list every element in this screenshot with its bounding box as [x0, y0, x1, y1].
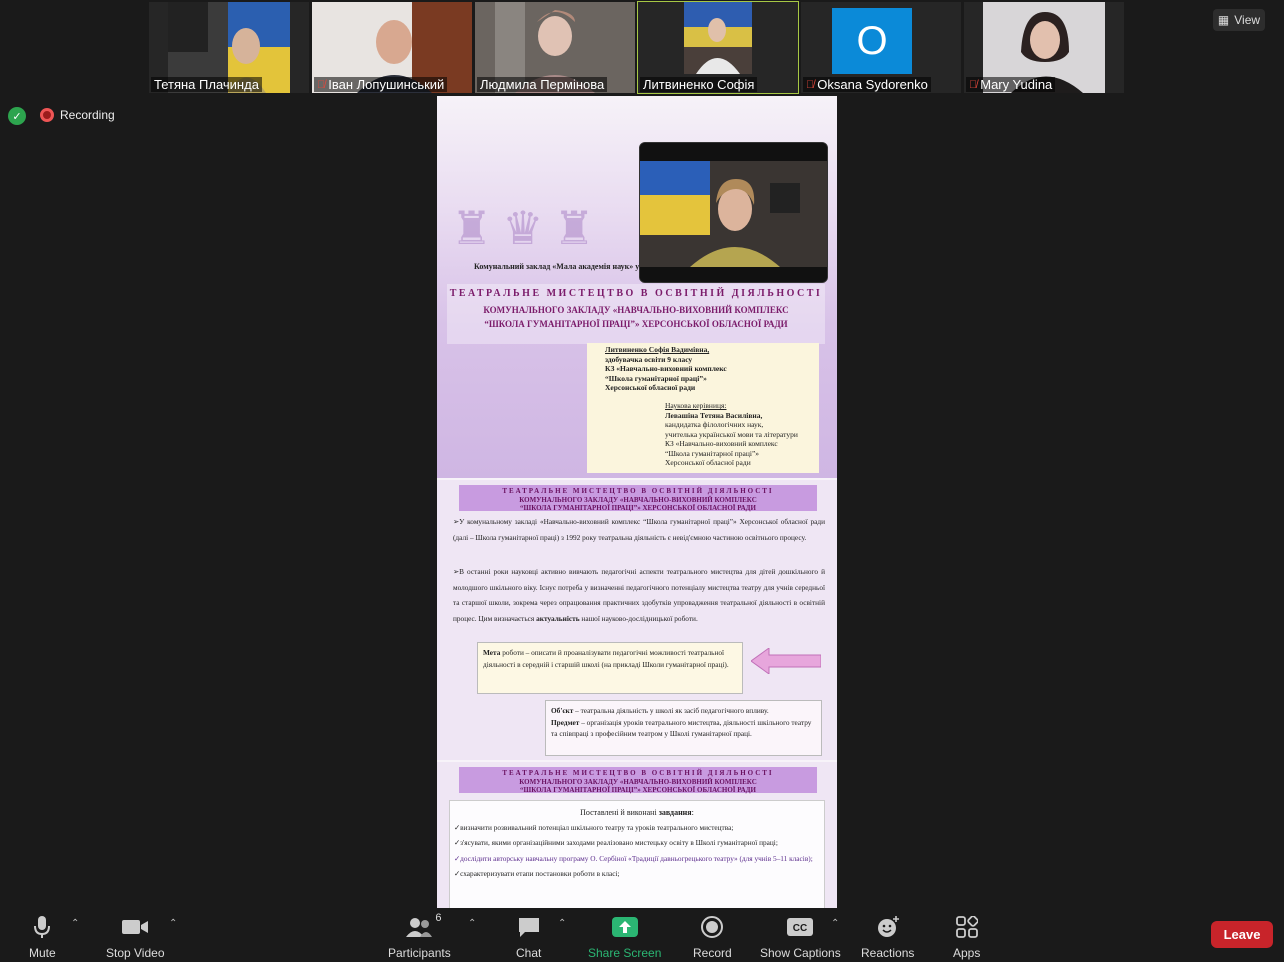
paragraph: ➢У комунальному закладі «Навчально-вихов… [453, 517, 825, 542]
leave-button[interactable]: Leave [1211, 921, 1273, 948]
grid-icon: ▦ [1217, 13, 1230, 27]
meeting-toolbar: Mute ⌃ Stop Video ⌃ 6 Participants ⌃ Cha… [0, 908, 1284, 962]
participant-avatar: O [832, 8, 912, 74]
participant-name: 🎙̸ Mary Yudina [966, 77, 1056, 92]
video-options-caret[interactable]: ⌃ [169, 918, 177, 929]
participant-tile[interactable]: Людмила Пермінова [475, 2, 635, 93]
mute-button[interactable]: Mute [29, 914, 56, 960]
chat-options-caret[interactable]: ⌃ [558, 918, 566, 929]
object-subject-callout: Об'єкт – театральна діяльність у школі я… [545, 700, 822, 756]
slide-header: ТЕАТРАЛЬНЕ МИСТЕЦТВО В ОСВІТНІЙ ДІЯЛЬНОС… [459, 485, 817, 512]
chat-icon [518, 918, 539, 937]
participant-tile[interactable]: O 🎙̸ Oksana Sydorenko [801, 2, 961, 93]
slide-title-band: ТЕАТРАЛЬНЕ МИСТЕЦТВО В ОСВІТНІЙ ДІЯЛЬНОС… [447, 284, 825, 344]
closed-captions-icon: CC [787, 918, 814, 936]
smiley-plus-icon [877, 916, 899, 937]
mic-muted-icon: 🎙̸ [317, 78, 326, 91]
participants-button[interactable]: 6 Participants [388, 912, 451, 960]
participant-name: Людмила Пермінова [477, 77, 608, 92]
view-button[interactable]: ▦ View [1213, 9, 1265, 31]
slide-header: ТЕАТРАЛЬНЕ МИСТЕЦТВО В ОСВІТНІЙ ДІЯЛЬНОС… [459, 767, 817, 794]
stop-video-button[interactable]: Stop Video [106, 914, 165, 960]
tasks-list: Поставлені й виконані завдання: ✓визначи… [449, 800, 825, 908]
arrow-left-icon [751, 648, 821, 674]
svg-text:CC: CC [793, 923, 807, 934]
participants-options-caret[interactable]: ⌃ [468, 918, 476, 929]
apps-icon [955, 916, 978, 938]
participant-tile-active-speaker[interactable]: Литвиненко Софія [637, 1, 799, 94]
video-gallery: Тетяна Плачинда 🎙̸ Іван Лопушинський Людм… [149, 1, 1124, 94]
list-item: ✓дослідити авторську навчальну програму … [454, 853, 813, 863]
apps-button[interactable]: Apps [953, 914, 980, 960]
share-screen-button[interactable]: Share Screen [588, 914, 661, 960]
participants-icon [406, 918, 433, 937]
slide-tasks: ТЕАТРАЛЬНЕ МИСТЕЦТВО В ОСВІТНІЙ ДІЯЛЬНОС… [437, 762, 837, 908]
reactions-button[interactable]: Reactions [861, 914, 914, 960]
participant-tile[interactable]: 🎙̸ Mary Yudina [964, 2, 1124, 93]
record-button[interactable]: Record [693, 914, 732, 960]
theatre-ornament-icon: ♜♛♜ [451, 203, 605, 254]
participant-tile[interactable]: Тетяна Плачинда [149, 2, 309, 93]
list-item: ✓схарактеризувати етапи постановки робот… [454, 868, 620, 878]
captions-options-caret[interactable]: ⌃ [831, 918, 839, 929]
microphone-icon [34, 916, 51, 938]
floating-speaker-video[interactable] [639, 142, 828, 283]
participant-name: 🎙̸ Oksana Sydorenko [803, 77, 931, 92]
participants-count: 6 [435, 912, 442, 924]
show-captions-button[interactable]: CC Show Captions [760, 914, 841, 960]
record-icon [701, 916, 724, 938]
list-item: ✓визначити розвивальний потенціал шкільн… [454, 823, 734, 833]
participant-name: Литвиненко Софія [640, 77, 758, 92]
paragraph: ➢В останні роки науковці активно вивчают… [453, 567, 825, 623]
record-dot-icon [40, 108, 54, 122]
goal-callout: Мета роботи – описати й проаналізувати п… [477, 642, 743, 694]
share-screen-icon [611, 917, 638, 937]
author-info: Литвиненко Софія Вадимівна, здобувачка о… [587, 343, 819, 473]
list-item: ✓з'ясувати, якими організаційними захода… [454, 838, 778, 848]
institution-name: Комунальний заклад «Мала академія наук» … [474, 262, 640, 271]
participant-video [684, 2, 752, 74]
participant-name: 🎙̸ Іван Лопушинський [314, 77, 448, 92]
mic-muted-icon: 🎙̸ [806, 78, 815, 91]
mic-muted-icon: 🎙̸ [969, 78, 978, 91]
slide-relevance: ТЕАТРАЛЬНЕ МИСТЕЦТВО В ОСВІТНІЙ ДІЯЛЬНОС… [437, 480, 837, 760]
chat-button[interactable]: Chat [516, 914, 541, 960]
speaker-video [640, 143, 827, 282]
recording-indicator[interactable]: Recording [40, 108, 115, 122]
video-camera-icon [122, 920, 149, 934]
shield-icon[interactable]: ✓ [8, 107, 26, 125]
participant-tile[interactable]: 🎙̸ Іван Лопушинський [312, 2, 472, 93]
participant-name: Тетяна Плачинда [151, 77, 262, 92]
mute-options-caret[interactable]: ⌃ [71, 918, 79, 929]
